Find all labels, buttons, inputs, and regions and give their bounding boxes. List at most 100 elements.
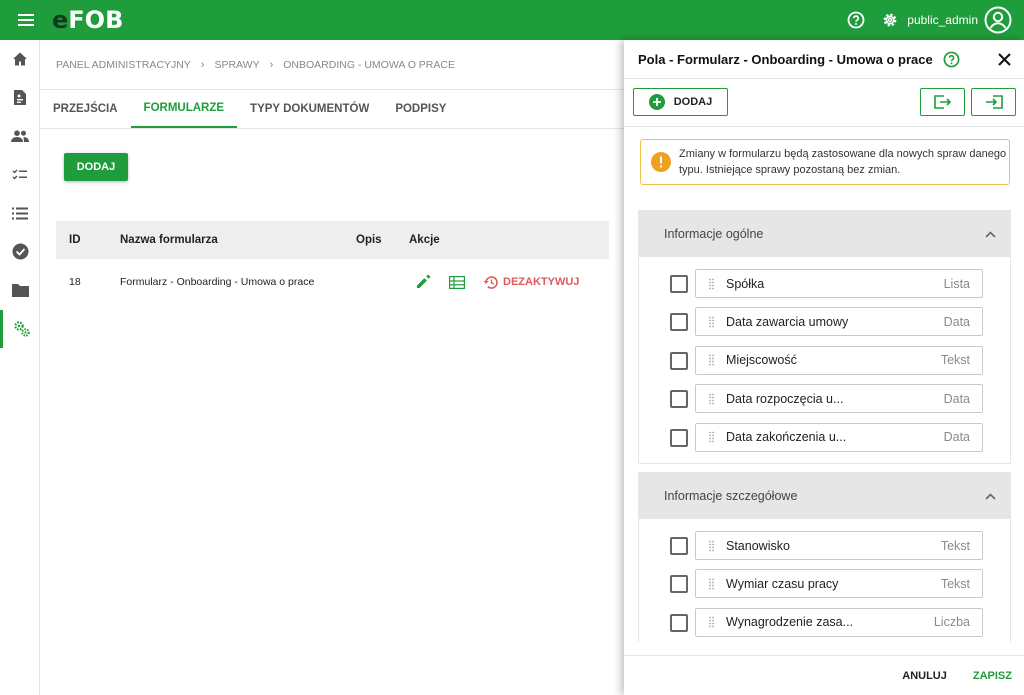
drawer-toolbar: DODAJ xyxy=(624,79,1024,127)
username-label[interactable]: public_admin xyxy=(907,13,978,27)
checklist-icon xyxy=(12,169,27,180)
tab-forms[interactable]: FORMULARZE xyxy=(130,90,238,128)
sidebar-item-documents[interactable] xyxy=(0,79,40,118)
tab-signatures[interactable]: PODPISY xyxy=(382,90,459,128)
drag-handle-icon[interactable] xyxy=(696,540,726,552)
edit-pencil-icon[interactable] xyxy=(409,268,437,296)
field-type: Tekst xyxy=(940,576,970,591)
sidebar-item-tasks[interactable] xyxy=(0,156,40,195)
field-checkbox[interactable] xyxy=(670,351,688,370)
deactivate-button[interactable]: DEZAKTYWUJ xyxy=(483,275,579,290)
field-checkbox[interactable] xyxy=(670,275,688,293)
save-button[interactable]: ZAPISZ xyxy=(973,670,1012,682)
field-item[interactable]: Wymiar czasu pracy Tekst xyxy=(695,569,983,599)
form-fields-drawer: Pola - Formularz - Onboarding - Umowa o … xyxy=(624,40,1024,695)
import-icon xyxy=(985,95,1003,109)
section-title: Informacje ogólne xyxy=(664,227,764,241)
cell-name: Formularz - Onboarding - Umowa o prace xyxy=(120,276,315,288)
field-item[interactable]: Stanowisko Tekst xyxy=(695,531,983,560)
drawer-header: Pola - Formularz - Onboarding - Umowa o … xyxy=(624,40,1024,79)
export-button[interactable] xyxy=(920,88,965,116)
drag-handle-icon[interactable] xyxy=(696,616,726,628)
field-checkbox[interactable] xyxy=(670,537,688,555)
user-avatar-icon[interactable] xyxy=(982,4,1014,36)
drag-handle-icon[interactable] xyxy=(696,354,726,366)
column-header-name: Nazwa formularza xyxy=(120,234,218,246)
drag-handle-icon[interactable] xyxy=(696,431,726,443)
app-logo[interactable]: eFOB xyxy=(52,6,123,34)
check-circle-icon xyxy=(12,243,28,260)
sidebar-item-list[interactable] xyxy=(0,194,40,233)
field-item[interactable]: Miejscowość Tekst xyxy=(695,345,983,375)
chevron-right-icon: › xyxy=(200,58,205,71)
drag-handle-icon[interactable] xyxy=(696,578,726,590)
tab-bar: PRZEJŚCIA FORMULARZE TYPY DOKUMENTÓW POD… xyxy=(40,90,624,129)
section-header[interactable]: Informacje ogólne xyxy=(639,211,1010,257)
field-checkbox[interactable] xyxy=(670,575,688,594)
column-header-description: Opis xyxy=(356,234,382,246)
deactivate-label: DEZAKTYWUJ xyxy=(503,276,580,288)
field-type: Liczba xyxy=(933,615,970,630)
field-checkbox[interactable] xyxy=(670,313,688,332)
field-type: Data xyxy=(943,314,970,329)
field-name: Data zakończenia u... xyxy=(726,430,847,445)
field-name: Data zawarcia umowy xyxy=(726,314,849,329)
sidebar-item-users[interactable] xyxy=(0,117,40,156)
drag-handle-icon[interactable] xyxy=(696,393,726,405)
section-header[interactable]: Informacje szczegółowe xyxy=(639,473,1010,519)
field-item[interactable]: Spółka Lista xyxy=(695,269,983,298)
field-item[interactable]: Data zakończenia u... Data xyxy=(695,422,983,452)
drawer-title: Pola - Formularz - Onboarding - Umowa o … xyxy=(638,51,933,67)
field-name: Spółka xyxy=(726,276,765,291)
import-button[interactable] xyxy=(971,88,1016,116)
add-field-button[interactable]: DODAJ xyxy=(633,88,728,116)
field-type: Data xyxy=(943,430,970,445)
tab-transitions[interactable]: PRZEJŚCIA xyxy=(40,90,131,128)
field-name: Data rozpoczęcia u... xyxy=(726,391,844,406)
field-name: Miejscowość xyxy=(726,353,797,368)
cancel-button[interactable]: ANULUJ xyxy=(902,670,947,682)
drawer-footer: ANULUJ ZAPISZ xyxy=(624,655,1024,695)
forms-table: ID Nazwa formularza Opis Akcje 18 Formul… xyxy=(56,221,609,305)
fields-list-icon[interactable] xyxy=(443,268,471,296)
field-name: Stanowisko xyxy=(726,538,790,553)
chevron-up-icon[interactable] xyxy=(970,492,1010,500)
drag-handle-icon[interactable] xyxy=(696,316,726,328)
breadcrumb-item-current: ONBOARDING - UMOWA O PRACE xyxy=(283,58,455,71)
hamburger-menu-icon[interactable] xyxy=(0,0,52,40)
field-checkbox[interactable] xyxy=(670,390,688,409)
field-row: Miejscowość Tekst xyxy=(639,342,1010,380)
help-icon[interactable] xyxy=(943,50,961,68)
section-general-info: Informacje ogólne Spółka Lista Data zawa… xyxy=(638,210,1011,464)
add-form-button[interactable]: DODAJ xyxy=(64,153,128,181)
field-checkbox[interactable] xyxy=(670,613,688,632)
tab-document-types[interactable]: TYPY DOKUMENTÓW xyxy=(237,90,382,128)
field-item[interactable]: Wynagrodzenie zasa... Liczba xyxy=(695,607,983,637)
field-type: Data xyxy=(943,391,970,406)
field-type: Lista xyxy=(943,276,970,291)
sidebar-item-admin[interactable] xyxy=(0,309,40,348)
settings-gear-icon[interactable] xyxy=(873,0,907,40)
folder-icon xyxy=(11,284,29,298)
field-item[interactable]: Data rozpoczęcia u... Data xyxy=(695,384,983,414)
sidebar-item-folders[interactable] xyxy=(0,271,40,310)
chevron-right-icon: › xyxy=(269,58,274,71)
field-row: Stanowisko Tekst xyxy=(639,527,1010,565)
field-type: Tekst xyxy=(940,353,970,368)
field-name: Wynagrodzenie zasa... xyxy=(726,615,854,630)
breadcrumb-item-cases[interactable]: SPRAWY xyxy=(214,59,259,71)
close-icon[interactable] xyxy=(984,40,1024,79)
sidebar-item-home[interactable] xyxy=(0,40,40,79)
settings-gears-icon xyxy=(13,321,30,337)
chevron-up-icon[interactable] xyxy=(970,230,1010,238)
help-icon[interactable] xyxy=(839,0,873,40)
sidebar-item-approved[interactable] xyxy=(0,233,40,272)
field-item[interactable]: Data zawarcia umowy Data xyxy=(695,307,983,337)
field-name: Wymiar czasu pracy xyxy=(726,576,839,591)
field-row: Wynagrodzenie zasa... Liczba xyxy=(639,604,1010,642)
breadcrumb-item-admin-panel[interactable]: PANEL ADMINISTRACYJNY xyxy=(56,59,191,71)
field-checkbox[interactable] xyxy=(670,428,688,447)
main-content: PANEL ADMINISTRACYJNY › SPRAWY › ONBOARD… xyxy=(40,40,624,695)
export-icon xyxy=(933,95,951,109)
drag-handle-icon[interactable] xyxy=(696,278,726,290)
